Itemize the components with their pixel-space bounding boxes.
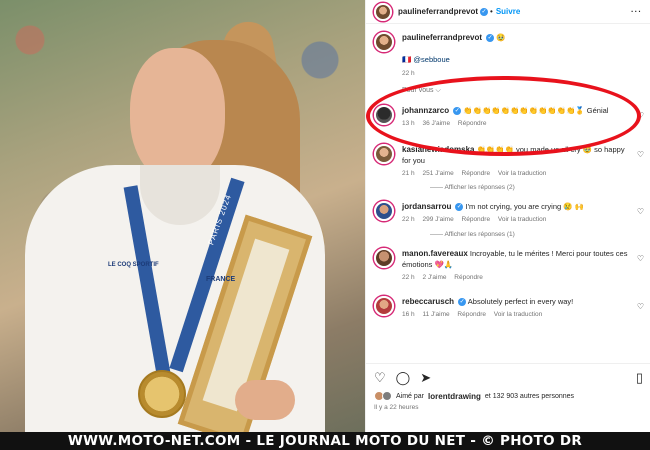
heart-icon[interactable]: ♡ [637, 111, 644, 120]
share-send-icon[interactable]: ➤ [420, 370, 431, 386]
comment-list: johannzarco ✓ 👏👏👏👏👏👏👏👏👏👏👏👏🥇 Génial 13 h … [366, 101, 650, 323]
photo-face [130, 48, 225, 183]
post-photo: LE COQ SPORTIF FRANCE PARIS 2024 [0, 0, 365, 432]
commenter-avatar[interactable] [374, 144, 394, 165]
comment-meta: 22 h 2 J'aime Répondre [402, 273, 630, 282]
photo-gold-medal [138, 370, 186, 418]
verified-icon: ✓ [458, 297, 467, 306]
show-replies-link[interactable]: —— Afficher les réponses (1) [366, 229, 650, 244]
heart-icon[interactable]: ♡ [637, 302, 644, 311]
commenter-username[interactable]: kasianewiadomska [402, 145, 474, 154]
commenter-username[interactable]: johannzarco [402, 106, 449, 115]
comment-time: 22 h [402, 273, 415, 281]
comment-meta: 21 h 251 J'aime Répondre Voir la traduct… [402, 169, 630, 178]
author-avatar[interactable] [374, 2, 392, 21]
comment-likes[interactable]: 299 J'aime [422, 216, 453, 223]
more-options-icon[interactable]: ··· [631, 7, 642, 16]
photo-france-logo: FRANCE [206, 276, 236, 283]
liked-prefix: Aimé par [396, 392, 425, 400]
watermark-bar: WWW.MOTO-NET.COM - LE JOURNAL MOTO DU NE… [0, 432, 650, 450]
caption-emoji: 🥹 [496, 33, 506, 42]
heart-icon[interactable]: ♡ [637, 254, 644, 263]
translate-link[interactable]: Voir la traduction [494, 311, 542, 318]
comment-text: Absolutely perfect in every way! [467, 296, 574, 306]
comment-item: kasianewiadomska 👏👏👏👏 you made us all cr… [366, 140, 650, 182]
comment-likes[interactable]: 11 J'aime [422, 311, 449, 318]
verified-icon: ✓ [480, 7, 489, 16]
comments-panel: paulineferrandprevot ✓ • Suivre ··· paul… [365, 0, 650, 432]
comment-item: manon.favereaux Incroyable, tu le mérite… [366, 244, 650, 286]
photo-hand [235, 380, 295, 420]
comment-likes[interactable]: 251 J'aime [422, 170, 453, 177]
commenter-avatar[interactable] [374, 201, 394, 222]
commenter-username[interactable]: jordansarrou [402, 202, 451, 211]
follow-button[interactable]: Suivre [496, 7, 520, 16]
like-heart-icon[interactable]: ♡ [374, 370, 386, 386]
verified-icon: ✓ [453, 107, 462, 116]
heart-icon[interactable]: ♡ [637, 207, 644, 216]
likes-summary: Aimé par lorentdrawing et 132 903 autres… [374, 391, 643, 401]
translate-link[interactable]: Voir la traduction [498, 216, 546, 223]
comment-meta: 16 h 11 J'aime Répondre Voir la traducti… [402, 310, 630, 319]
comment-time: 22 h [402, 216, 415, 224]
reply-button[interactable]: Répondre [462, 216, 491, 223]
comment-item: johannzarco ✓ 👏👏👏👏👏👏👏👏👏👏👏👏🥇 Génial 13 h … [366, 101, 650, 132]
show-replies-link[interactable]: —— Afficher les réponses (2) [366, 182, 650, 197]
reply-button[interactable]: Répondre [462, 170, 491, 177]
post-age: Il y a 22 heures [374, 404, 419, 411]
commenter-username[interactable]: manon.favereaux [402, 249, 468, 258]
caption-time: 22 h [402, 70, 415, 78]
comment-bubble-icon[interactable]: ◯ [396, 370, 411, 386]
commenter-avatar[interactable] [374, 295, 394, 316]
heart-icon[interactable]: ♡ [637, 150, 644, 159]
caption-avatar[interactable] [374, 32, 394, 52]
comment-text: I'm not crying, you are crying 😢 🙌 [465, 202, 585, 212]
comment-meta: 22 h 299 J'aime Répondre Voir la traduct… [402, 215, 630, 224]
verified-icon: ✓ [486, 34, 495, 43]
comment-time: 21 h [402, 170, 415, 178]
commenter-avatar[interactable] [374, 247, 394, 268]
reply-button[interactable]: Répondre [457, 311, 486, 318]
reply-button[interactable]: Répondre [454, 274, 483, 281]
liked-suffix[interactable]: et 132 903 autres personnes [485, 393, 574, 400]
caption-username[interactable]: paulineferrandprevot [402, 33, 482, 42]
dot-separator: • [490, 7, 493, 16]
post-actions: ♡ ◯ ➤ ▯ Aimé par lorentdrawing et 132 90… [366, 363, 650, 411]
bookmark-icon[interactable]: ▯ [636, 370, 643, 386]
for-you-filter[interactable]: Pour vous ⌵ [366, 87, 650, 101]
author-username[interactable]: paulineferrandprevot [398, 7, 478, 16]
comment-item: rebeccarusch ✓ Absolutely perfect in eve… [366, 292, 650, 323]
comment-likes[interactable]: 36 J'aime [422, 120, 450, 127]
comment-item: jordansarrou ✓ I'm not crying, you are c… [366, 197, 650, 228]
comment-text: 👏👏👏👏👏👏👏👏👏👏👏👏🥇 Génial [463, 106, 609, 115]
translate-link[interactable]: Voir la traduction [498, 170, 546, 177]
comment-meta: 13 h 36 J'aime Répondre [402, 119, 630, 128]
verified-icon: ✓ [455, 203, 464, 212]
comment-time: 13 h [402, 119, 415, 127]
reply-button[interactable]: Répondre [458, 120, 487, 127]
commenter-username[interactable]: rebeccarusch [402, 297, 454, 306]
commenter-avatar[interactable] [374, 105, 394, 125]
liker-avatar [382, 391, 392, 401]
caption-mention[interactable]: 🇫🇷 @sebboue [402, 54, 506, 65]
liked-user[interactable]: lorentdrawing [428, 392, 481, 401]
post-caption: paulineferrandprevot ✓ 🥹 🇫🇷 @sebboue 22 … [366, 24, 650, 87]
comment-time: 16 h [402, 310, 415, 318]
photo-brand-logo: LE COQ SPORTIF [108, 262, 159, 268]
comment-likes[interactable]: 2 J'aime [422, 274, 446, 281]
post-header: paulineferrandprevot ✓ • Suivre ··· [366, 0, 650, 24]
